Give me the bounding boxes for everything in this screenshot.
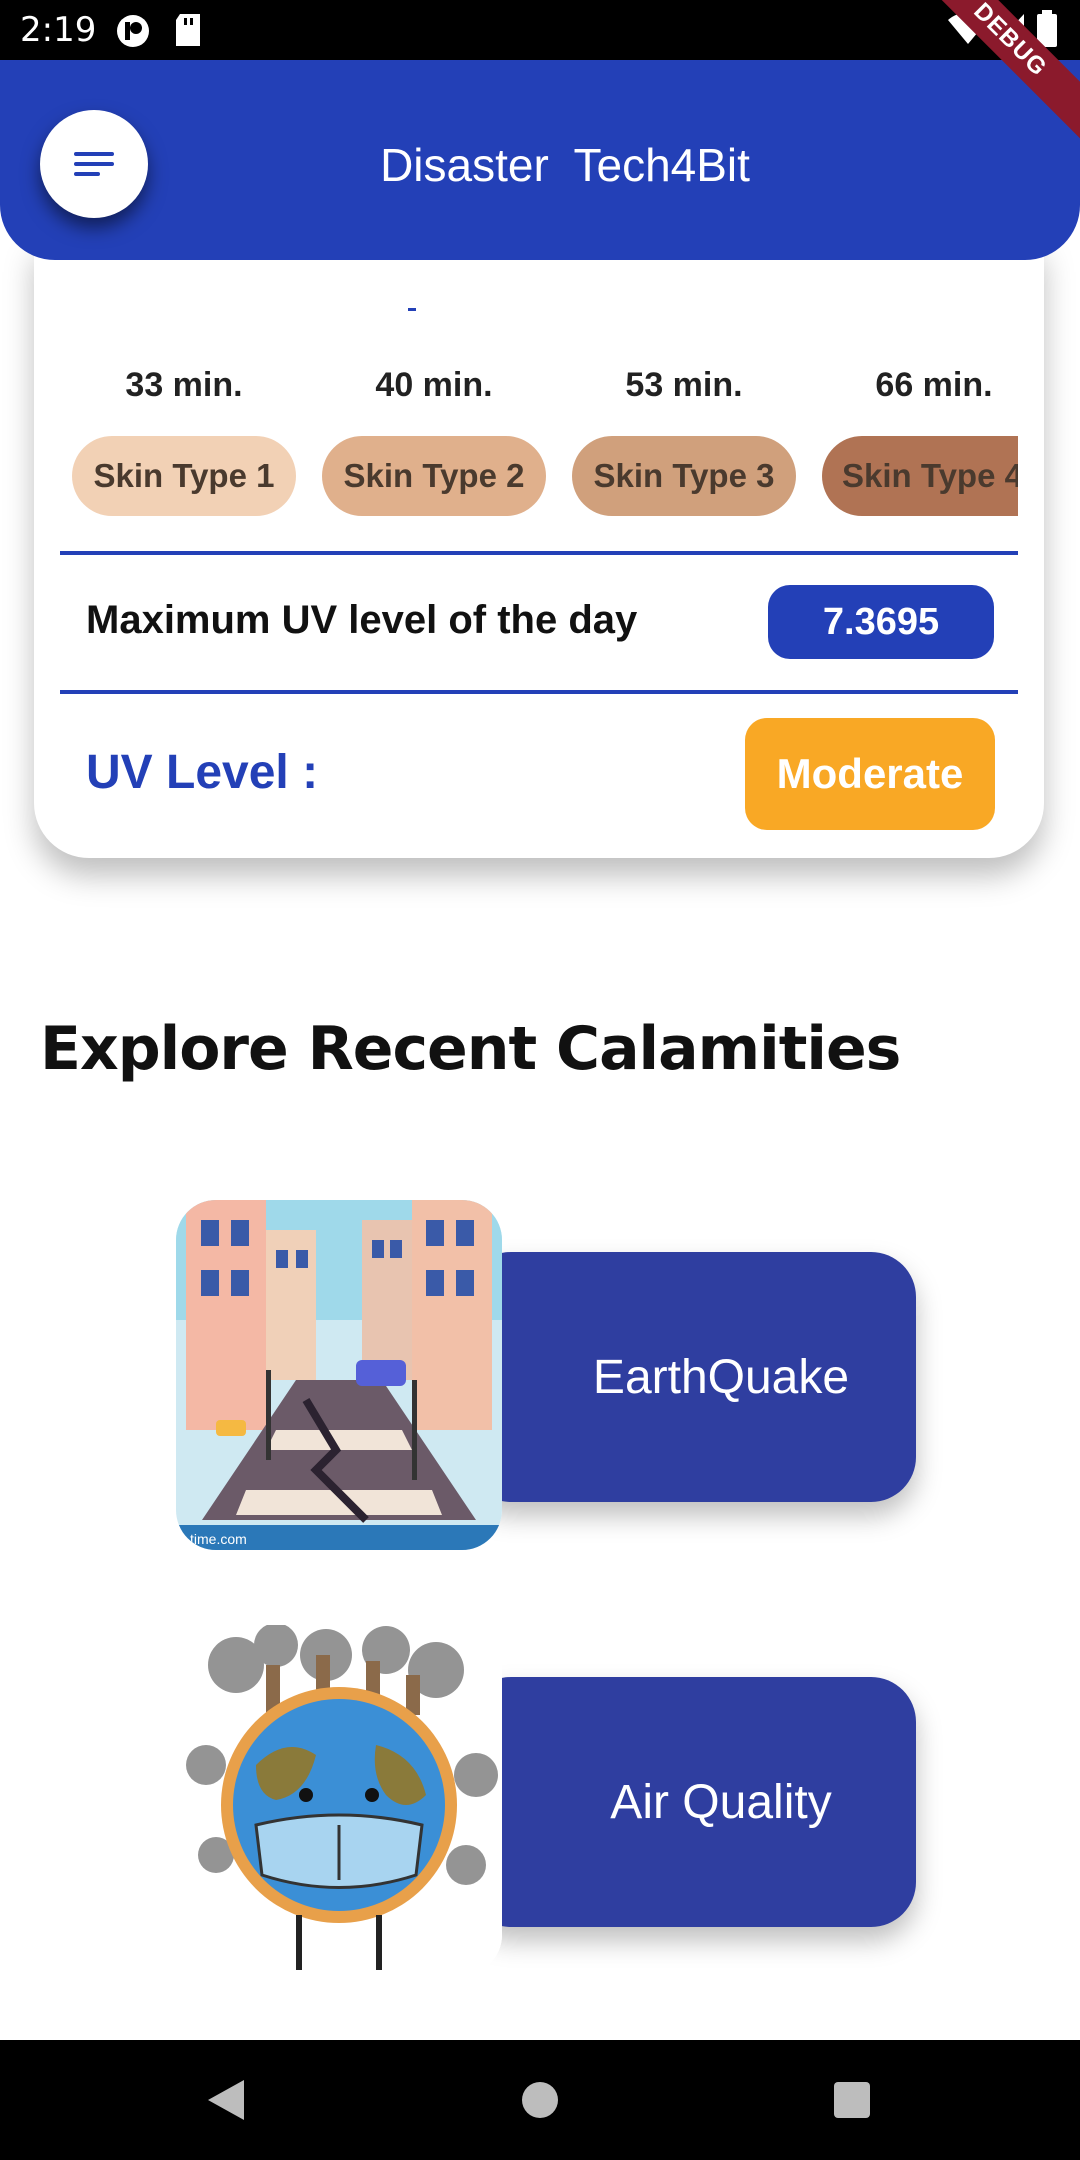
skin-type-chip[interactable]: Skin Type 1 <box>72 436 296 516</box>
section-title: Explore Recent Calamities <box>40 1014 901 1084</box>
status-time: 2:19 <box>20 10 97 50</box>
max-uv-label: Maximum UV level of the day <box>86 598 638 642</box>
nav-home-button[interactable] <box>480 2040 600 2160</box>
nav-recents-button[interactable] <box>792 2040 912 2160</box>
nav-back-button[interactable] <box>166 2040 286 2160</box>
max-uv-value: 7.3695 <box>768 585 994 659</box>
exposure-minutes-label: 33 min. <box>125 366 243 404</box>
home-icon <box>522 2082 558 2118</box>
status-bar: 2:19 <box>0 0 1080 60</box>
air-quality-image[interactable] <box>176 1625 502 1975</box>
exposure-minutes-label: 53 min. <box>625 366 743 404</box>
earthquake-image[interactable]: time.com <box>176 1200 502 1550</box>
system-nav-bar <box>0 2040 1080 2160</box>
skin-type-chip[interactable]: Skin Type 3 <box>572 436 796 516</box>
recents-icon <box>834 2082 870 2118</box>
app-title: Disaster Tech4Bit <box>380 139 750 191</box>
card-dash <box>408 308 416 311</box>
uv-level-label: UV Level : <box>86 746 319 799</box>
earthquake-button[interactable]: EarthQuake <box>466 1252 916 1502</box>
app-bar: Disaster Tech4Bit <box>0 60 1080 260</box>
sd-card-icon <box>174 14 202 53</box>
calamity-card-air-quality[interactable]: Air Quality <box>176 1625 916 1975</box>
vpn-status-icon <box>116 14 150 53</box>
air-quality-button[interactable]: Air Quality <box>466 1677 916 1927</box>
skin-type-chip[interactable]: Skin Type 4 <box>822 436 1018 516</box>
calamity-card-earthquake[interactable]: EarthQuake time.com <box>176 1200 916 1550</box>
exposure-minutes-label: 40 min. <box>375 366 493 404</box>
uv-index-card: 33 min. 40 min. 53 min. 66 min. Skin Typ… <box>34 240 1044 858</box>
divider <box>60 551 1018 555</box>
exposure-minutes-label: 66 min. <box>875 366 993 404</box>
image-watermark: time.com <box>190 1531 247 1547</box>
divider <box>60 690 1018 694</box>
uv-level-badge: Moderate <box>745 718 995 830</box>
back-icon <box>208 2080 244 2120</box>
skin-type-chip[interactable]: Skin Type 2 <box>322 436 546 516</box>
